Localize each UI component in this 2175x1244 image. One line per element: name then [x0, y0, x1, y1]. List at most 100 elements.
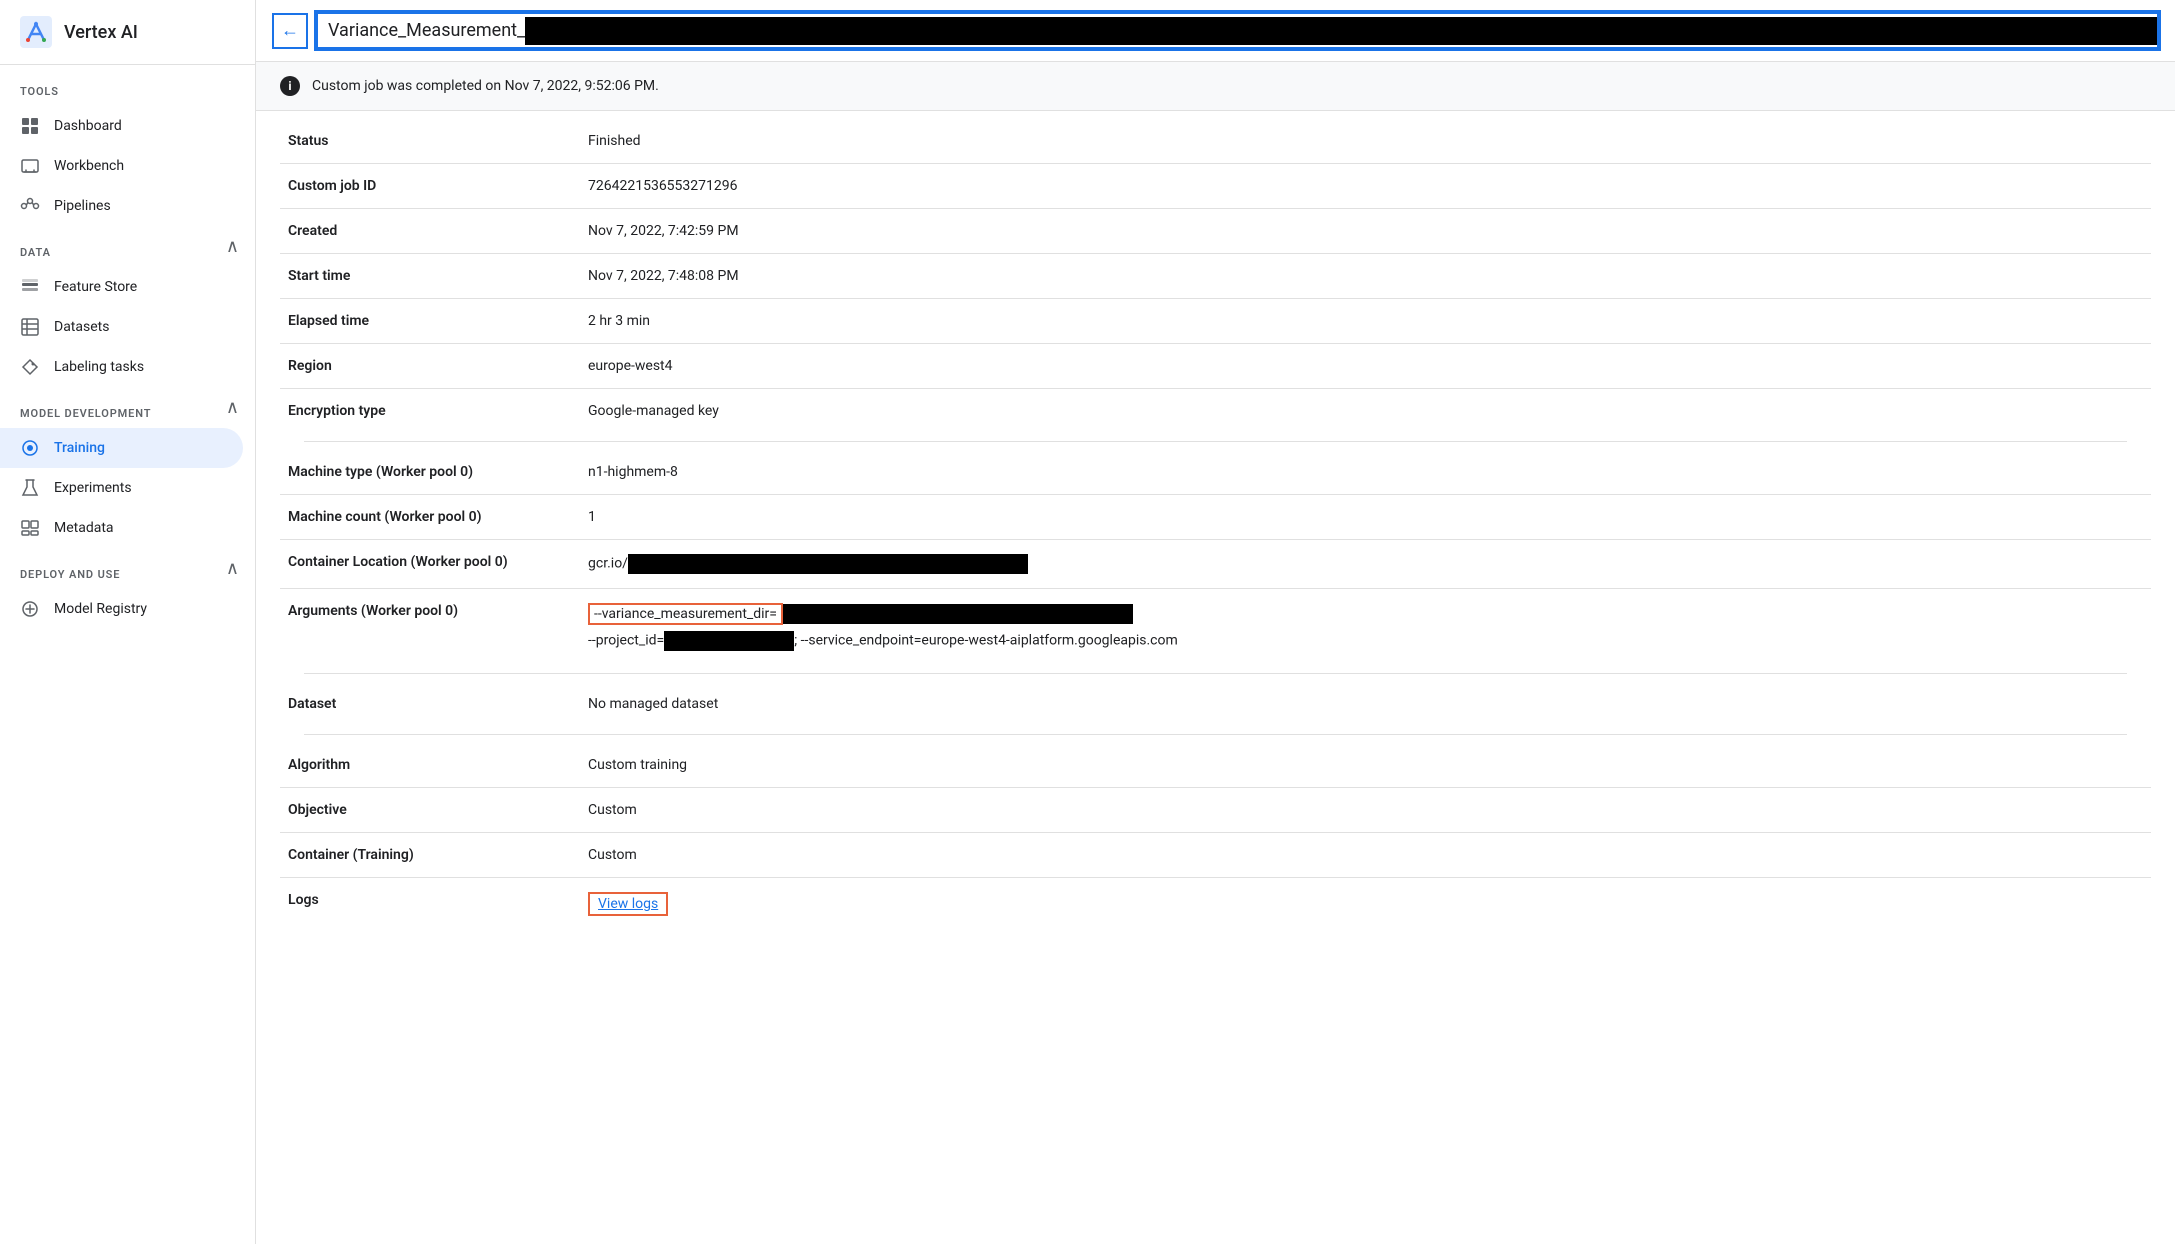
app-title: Vertex AI: [64, 22, 138, 43]
info-icon: i: [280, 76, 300, 96]
label-dataset: Dataset: [280, 682, 580, 726]
detail-table-group2: Machine type (Worker pool 0) n1-highmem-…: [280, 450, 2151, 665]
table-row: Created Nov 7, 2022, 7:42:59 PM: [280, 209, 2151, 254]
sidebar-item-workbench[interactable]: Workbench: [0, 146, 243, 186]
sidebar-item-experiments[interactable]: Experiments: [0, 468, 243, 508]
section-label-data: DATA: [0, 226, 226, 267]
label-encryption-type: Encryption type: [280, 389, 580, 434]
metadata-icon: [20, 518, 40, 538]
table-row: Logs View logs: [280, 878, 2151, 931]
info-banner: i Custom job was completed on Nov 7, 202…: [256, 62, 2175, 111]
feature-store-icon: [20, 277, 40, 297]
sidebar-item-label-workbench: Workbench: [54, 158, 124, 174]
section-label-model-development: MODEL DEVELOPMENT: [0, 387, 226, 428]
section-divider-1: [304, 441, 2127, 442]
value-status: Finished: [580, 119, 2151, 164]
table-row: Region europe-west4: [280, 344, 2151, 389]
value-container-training: Custom: [580, 833, 2151, 878]
dashboard-icon: [20, 116, 40, 136]
data-collapse-icon[interactable]: ∧: [226, 236, 255, 257]
sidebar-item-label-pipelines: Pipelines: [54, 198, 111, 214]
args-line-1: --variance_measurement_dir=: [588, 603, 2143, 625]
table-row: Machine type (Worker pool 0) n1-highmem-…: [280, 450, 2151, 495]
topbar: ← Variance_Measurement_: [256, 0, 2175, 62]
table-row: Container (Training) Custom: [280, 833, 2151, 878]
table-row: Arguments (Worker pool 0) --variance_mea…: [280, 589, 2151, 666]
label-job-id: Custom job ID: [280, 164, 580, 209]
sidebar-item-feature-store[interactable]: Feature Store: [0, 267, 243, 307]
sidebar-item-label-feature-store: Feature Store: [54, 279, 137, 295]
section-deploy-header[interactable]: DEPLOY AND USE ∧: [0, 548, 255, 589]
label-logs: Logs: [280, 878, 580, 931]
value-container-location: gcr.io/: [580, 540, 2151, 589]
value-dataset: No managed dataset: [580, 682, 2151, 726]
model-dev-collapse-icon[interactable]: ∧: [226, 397, 255, 418]
table-row: Custom job ID 7264221536553271296: [280, 164, 2151, 209]
labeling-icon: [20, 357, 40, 377]
workbench-icon: [20, 156, 40, 176]
section-divider-2: [304, 673, 2127, 674]
view-logs-link[interactable]: View logs: [588, 892, 668, 916]
sidebar-item-labeling-tasks[interactable]: Labeling tasks: [0, 347, 243, 387]
value-created: Nov 7, 2022, 7:42:59 PM: [580, 209, 2151, 254]
title-redacted-block: [525, 17, 2157, 45]
value-start-time: Nov 7, 2022, 7:48:08 PM: [580, 254, 2151, 299]
label-status: Status: [280, 119, 580, 164]
label-machine-count: Machine count (Worker pool 0): [280, 495, 580, 540]
label-algorithm: Algorithm: [280, 743, 580, 788]
value-elapsed-time: 2 hr 3 min: [580, 299, 2151, 344]
title-wrapper: Variance_Measurement_: [316, 12, 2159, 49]
label-region: Region: [280, 344, 580, 389]
value-encryption-type: Google-managed key: [580, 389, 2151, 434]
table-row: Objective Custom: [280, 788, 2151, 833]
info-banner-text: Custom job was completed on Nov 7, 2022,…: [312, 78, 659, 94]
back-arrow-icon: ←: [281, 20, 299, 41]
label-start-time: Start time: [280, 254, 580, 299]
table-row: Start time Nov 7, 2022, 7:48:08 PM: [280, 254, 2151, 299]
sidebar: Vertex AI TOOLS Dashboard Workbench Pipe…: [0, 0, 256, 1244]
section-divider-3: [304, 734, 2127, 735]
sidebar-item-dashboard[interactable]: Dashboard: [0, 106, 243, 146]
table-row: Dataset No managed dataset: [280, 682, 2151, 726]
sidebar-item-training[interactable]: Training: [0, 428, 243, 468]
sidebar-item-label-training: Training: [54, 440, 105, 456]
value-arguments: --variance_measurement_dir= --project_id…: [580, 589, 2151, 666]
detail-table-group4: Algorithm Custom training Objective Cust…: [280, 743, 2151, 930]
detail-table-group1: Status Finished Custom job ID 7264221536…: [280, 119, 2151, 433]
value-machine-count: 1: [580, 495, 2151, 540]
sidebar-item-label-metadata: Metadata: [54, 520, 114, 536]
sidebar-item-datasets[interactable]: Datasets: [0, 307, 243, 347]
section-data-header[interactable]: DATA ∧: [0, 226, 255, 267]
detail-section: Status Finished Custom job ID 7264221536…: [256, 111, 2175, 938]
label-arguments: Arguments (Worker pool 0): [280, 589, 580, 666]
value-job-id: 7264221536553271296: [580, 164, 2151, 209]
pipelines-icon: [20, 196, 40, 216]
sidebar-item-pipelines[interactable]: Pipelines: [0, 186, 243, 226]
back-button[interactable]: ←: [272, 13, 308, 49]
table-row: Encryption type Google-managed key: [280, 389, 2151, 434]
sidebar-item-metadata[interactable]: Metadata: [0, 508, 243, 548]
value-objective: Custom: [580, 788, 2151, 833]
title-visible-text: Variance_Measurement_: [318, 14, 525, 47]
value-logs: View logs: [580, 878, 2151, 931]
table-row: Algorithm Custom training: [280, 743, 2151, 788]
main-content: ← Variance_Measurement_ i Custom job was…: [256, 0, 2175, 1244]
table-row: Status Finished: [280, 119, 2151, 164]
section-model-dev-header[interactable]: MODEL DEVELOPMENT ∧: [0, 387, 255, 428]
training-icon: [20, 438, 40, 458]
label-machine-type: Machine type (Worker pool 0): [280, 450, 580, 495]
deploy-collapse-icon[interactable]: ∧: [226, 558, 255, 579]
section-label-tools: TOOLS: [0, 65, 255, 106]
sidebar-item-model-registry[interactable]: Model Registry: [0, 589, 243, 629]
label-created: Created: [280, 209, 580, 254]
value-region: europe-west4: [580, 344, 2151, 389]
value-algorithm: Custom training: [580, 743, 2151, 788]
sidebar-item-label-model-registry: Model Registry: [54, 601, 147, 617]
detail-table-group3: Dataset No managed dataset: [280, 682, 2151, 726]
args-highlighted-1: --variance_measurement_dir=: [588, 603, 783, 625]
value-machine-type: n1-highmem-8: [580, 450, 2151, 495]
label-container-training: Container (Training): [280, 833, 580, 878]
sidebar-item-label-experiments: Experiments: [54, 480, 132, 496]
args-redacted-2: [664, 631, 794, 651]
container-loc-prefix: gcr.io/: [588, 556, 628, 572]
